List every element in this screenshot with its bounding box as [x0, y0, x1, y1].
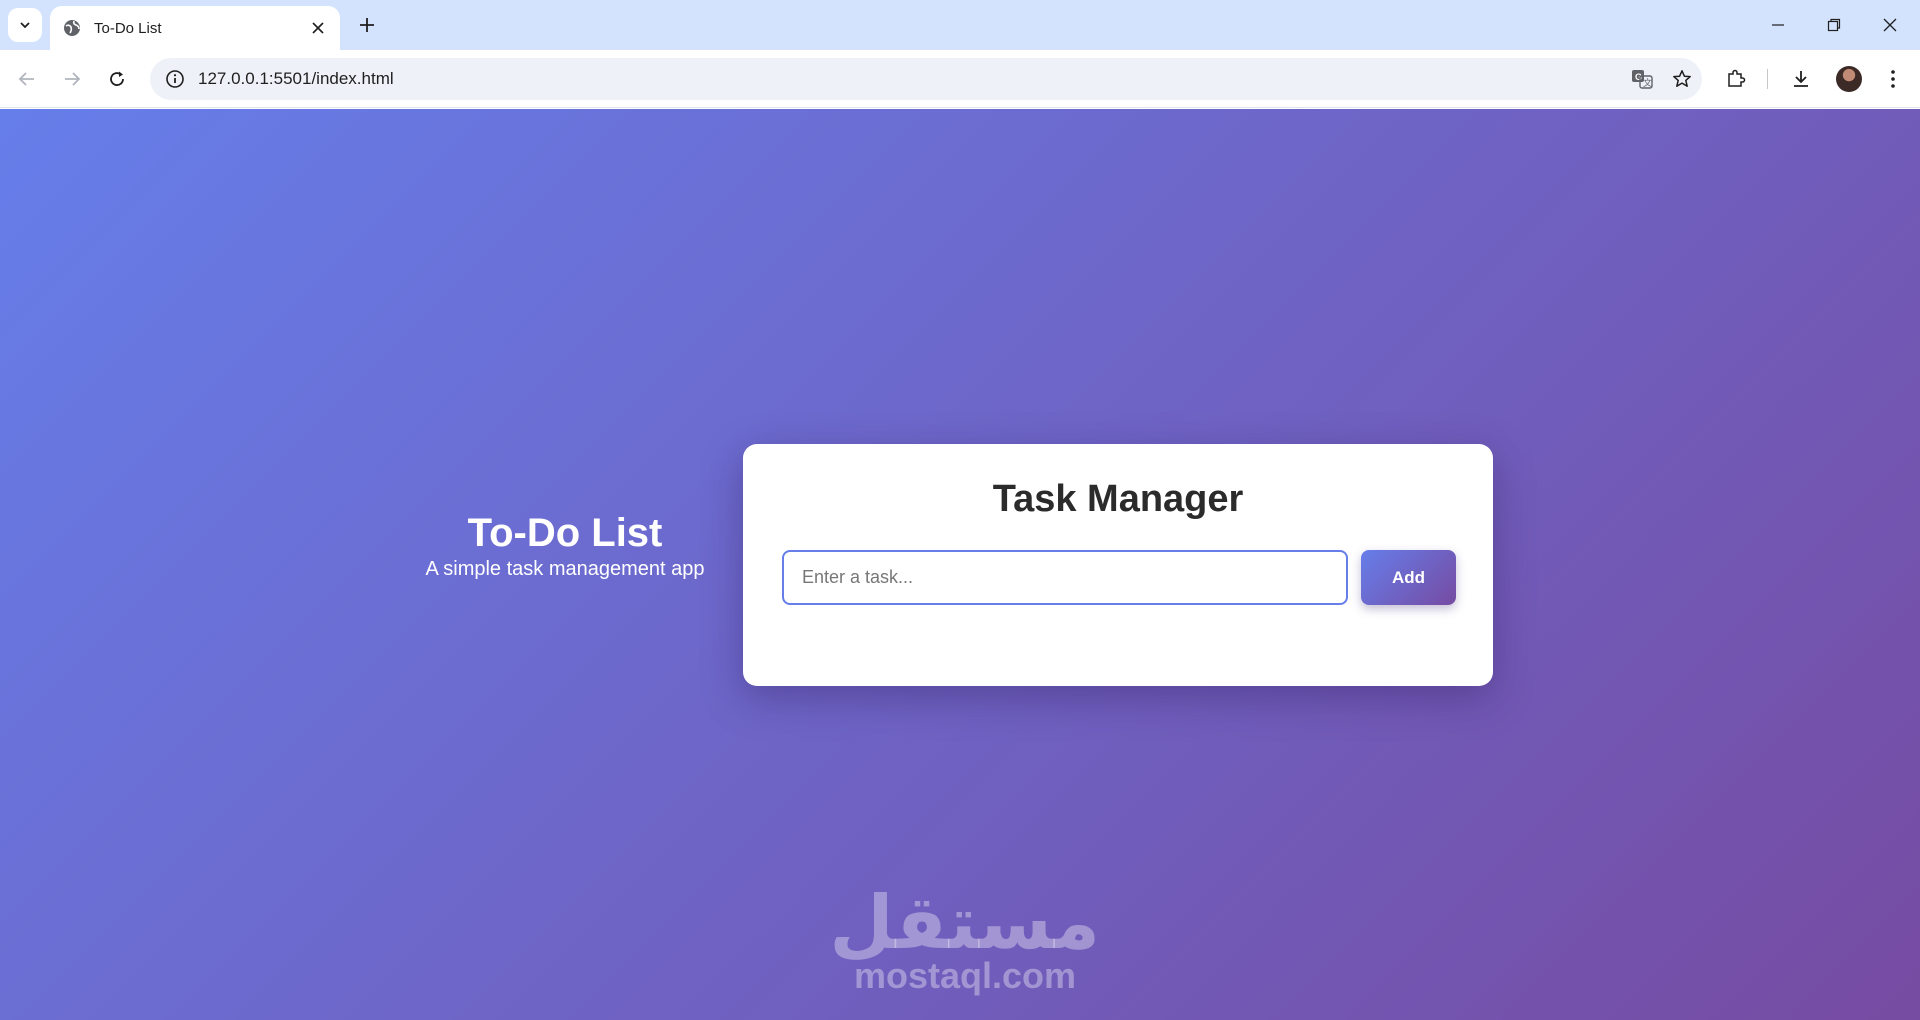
arrow-left-icon	[18, 72, 34, 86]
restore-icon	[1827, 18, 1841, 32]
forward-button[interactable]	[55, 62, 89, 96]
chevron-down-icon	[20, 22, 30, 29]
svg-text:文: 文	[1643, 77, 1652, 89]
close-icon	[312, 22, 324, 34]
tab-title: To-Do List	[94, 19, 162, 37]
browser-tab[interactable]: To-Do List	[50, 6, 340, 50]
downloads-button[interactable]	[1784, 62, 1818, 96]
restore-button[interactable]	[1806, 0, 1862, 50]
url-text[interactable]: 127.0.0.1:5501/index.html	[198, 69, 1622, 89]
app-subtitle: A simple task management app	[425, 558, 705, 580]
translate-icon: G文	[1632, 70, 1653, 89]
browser-menu-button[interactable]	[1876, 62, 1910, 96]
bookmark-button[interactable]	[1662, 59, 1702, 99]
minimize-button[interactable]	[1750, 0, 1806, 50]
reload-icon	[110, 71, 124, 86]
star-icon	[1673, 70, 1691, 87]
new-tab-button[interactable]	[352, 10, 382, 40]
translate-button[interactable]: G文	[1622, 59, 1662, 99]
toolbar-divider	[1767, 69, 1768, 89]
minimize-icon	[1772, 24, 1784, 26]
arrow-right-icon	[65, 72, 81, 86]
download-icon	[1794, 71, 1808, 87]
puzzle-icon	[1728, 69, 1746, 87]
watermark-latin: mostaql.com	[853, 955, 1077, 996]
close-icon	[1883, 18, 1897, 32]
plus-icon	[360, 18, 374, 32]
info-icon[interactable]	[164, 68, 186, 90]
watermark-arabic: مستقل	[829, 880, 1100, 966]
tab-strip: To-Do List	[0, 0, 1920, 50]
watermark-logo: مستقل mostaql.com	[829, 880, 1100, 996]
card-title: Task Manager	[992, 478, 1244, 520]
globe-icon	[64, 20, 80, 36]
browser-toolbar: 127.0.0.1:5501/index.html G文	[0, 50, 1920, 108]
address-bar[interactable]: 127.0.0.1:5501/index.html G文	[150, 58, 1702, 100]
avatar[interactable]	[1836, 66, 1862, 92]
add-task-button[interactable]: Add	[1361, 550, 1456, 605]
task-card: Task Manager Add	[743, 444, 1493, 686]
task-input[interactable]	[782, 550, 1348, 605]
app-title: To-Do List	[467, 511, 663, 555]
back-button[interactable]	[10, 62, 44, 96]
hero-section: To-Do List A simple task management app	[420, 510, 710, 580]
extensions-button[interactable]	[1719, 62, 1753, 96]
reload-button[interactable]	[100, 62, 134, 96]
tab-close-button[interactable]	[308, 18, 328, 38]
tab-search-button[interactable]	[8, 8, 42, 42]
window-close-button[interactable]	[1862, 0, 1918, 50]
more-vertical-icon	[1891, 70, 1895, 88]
page-background: To-Do List A simple task management app …	[0, 109, 1920, 1020]
